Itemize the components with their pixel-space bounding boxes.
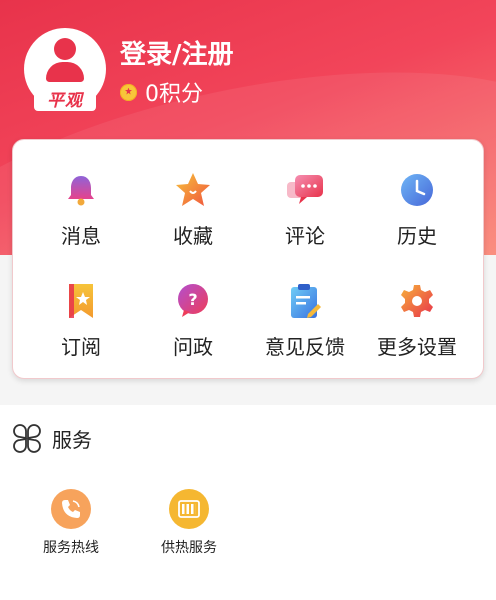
bookmark-icon: [61, 281, 101, 321]
services-title: 服务: [52, 427, 92, 452]
services-section: 服务 服务热线 供热服务: [0, 405, 496, 600]
menu-item-label: 更多设置: [377, 335, 457, 359]
menu-item-favorites[interactable]: 收藏: [137, 140, 249, 251]
avatar-head-shape: [54, 38, 76, 60]
points-display: 0积分: [120, 76, 203, 108]
menu-item-label: 消息: [61, 224, 101, 248]
quick-menu-grid: 消息 收藏 评论 历史 订阅 ? 问政 意见反馈 更多设置: [25, 140, 473, 380]
menu-item-label: 问政: [173, 335, 213, 359]
service-label: 供热服务: [161, 540, 217, 556]
menu-item-comments[interactable]: 评论: [249, 140, 361, 251]
menu-item-messages[interactable]: 消息: [25, 140, 137, 251]
phone-icon: [51, 489, 91, 529]
service-label: 服务热线: [43, 540, 99, 556]
menu-item-label: 意见反馈: [265, 335, 345, 359]
clock-icon: [397, 170, 437, 210]
star-icon: [173, 170, 213, 210]
coin-icon: [120, 83, 137, 101]
points-label: 0积分: [145, 82, 203, 107]
login-register-link[interactable]: 登录/注册: [120, 34, 234, 71]
menu-item-more-settings[interactable]: 更多设置: [361, 251, 473, 362]
quick-menu-card: 消息 收藏 评论 历史 订阅 ? 问政 意见反馈 更多设置: [12, 139, 484, 379]
service-heating[interactable]: 供热服务: [134, 489, 244, 557]
svg-text:?: ?: [188, 290, 197, 309]
clover-icon: [12, 423, 42, 453]
avatar-body-shape: [46, 62, 84, 82]
avatar-logo: 平观: [34, 86, 96, 111]
comment-icon: [285, 170, 325, 210]
service-hotline[interactable]: 服务热线: [16, 489, 126, 557]
menu-item-feedback[interactable]: 意见反馈: [249, 251, 361, 362]
question-icon: ?: [173, 281, 213, 321]
services-header: 服务: [12, 423, 92, 453]
menu-item-inquiry[interactable]: ? 问政: [137, 251, 249, 362]
menu-item-subscriptions[interactable]: 订阅: [25, 251, 137, 362]
bell-icon: [61, 170, 101, 210]
gear-icon: [397, 281, 437, 321]
menu-item-history[interactable]: 历史: [361, 140, 473, 251]
menu-item-label: 订阅: [61, 335, 101, 359]
avatar[interactable]: 平观: [24, 28, 106, 111]
menu-item-label: 评论: [285, 224, 325, 248]
heating-icon: [169, 489, 209, 529]
feedback-icon: [285, 281, 325, 321]
menu-item-label: 收藏: [173, 224, 213, 248]
menu-item-label: 历史: [397, 224, 437, 248]
